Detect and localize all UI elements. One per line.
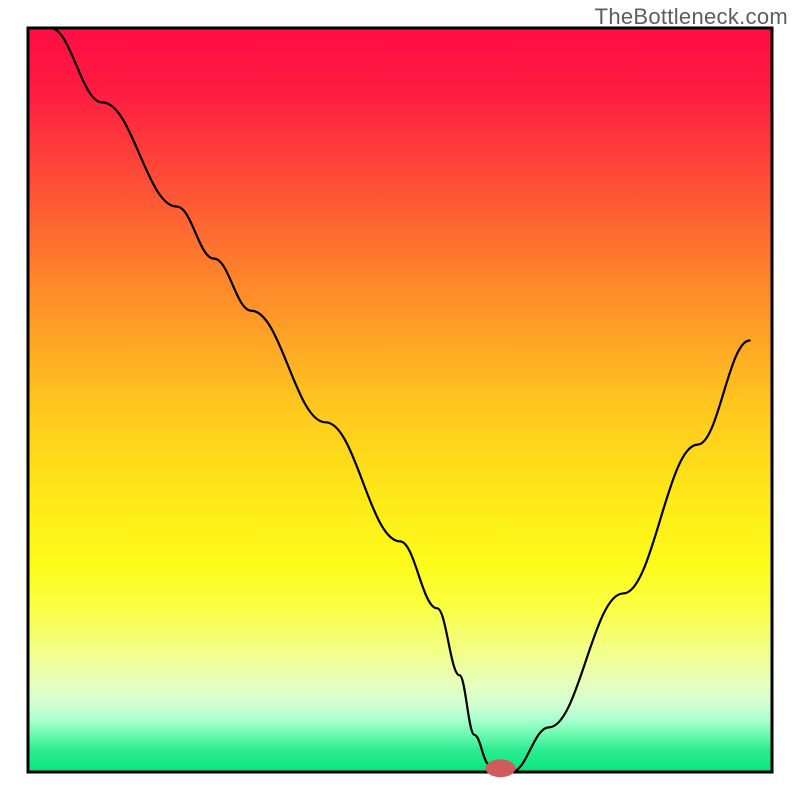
watermark-text: TheBottleneck.com (595, 4, 788, 30)
optimal-marker (486, 759, 516, 777)
chart-background (28, 28, 772, 772)
chart-container: TheBottleneck.com (0, 0, 800, 800)
bottleneck-chart (0, 0, 800, 800)
